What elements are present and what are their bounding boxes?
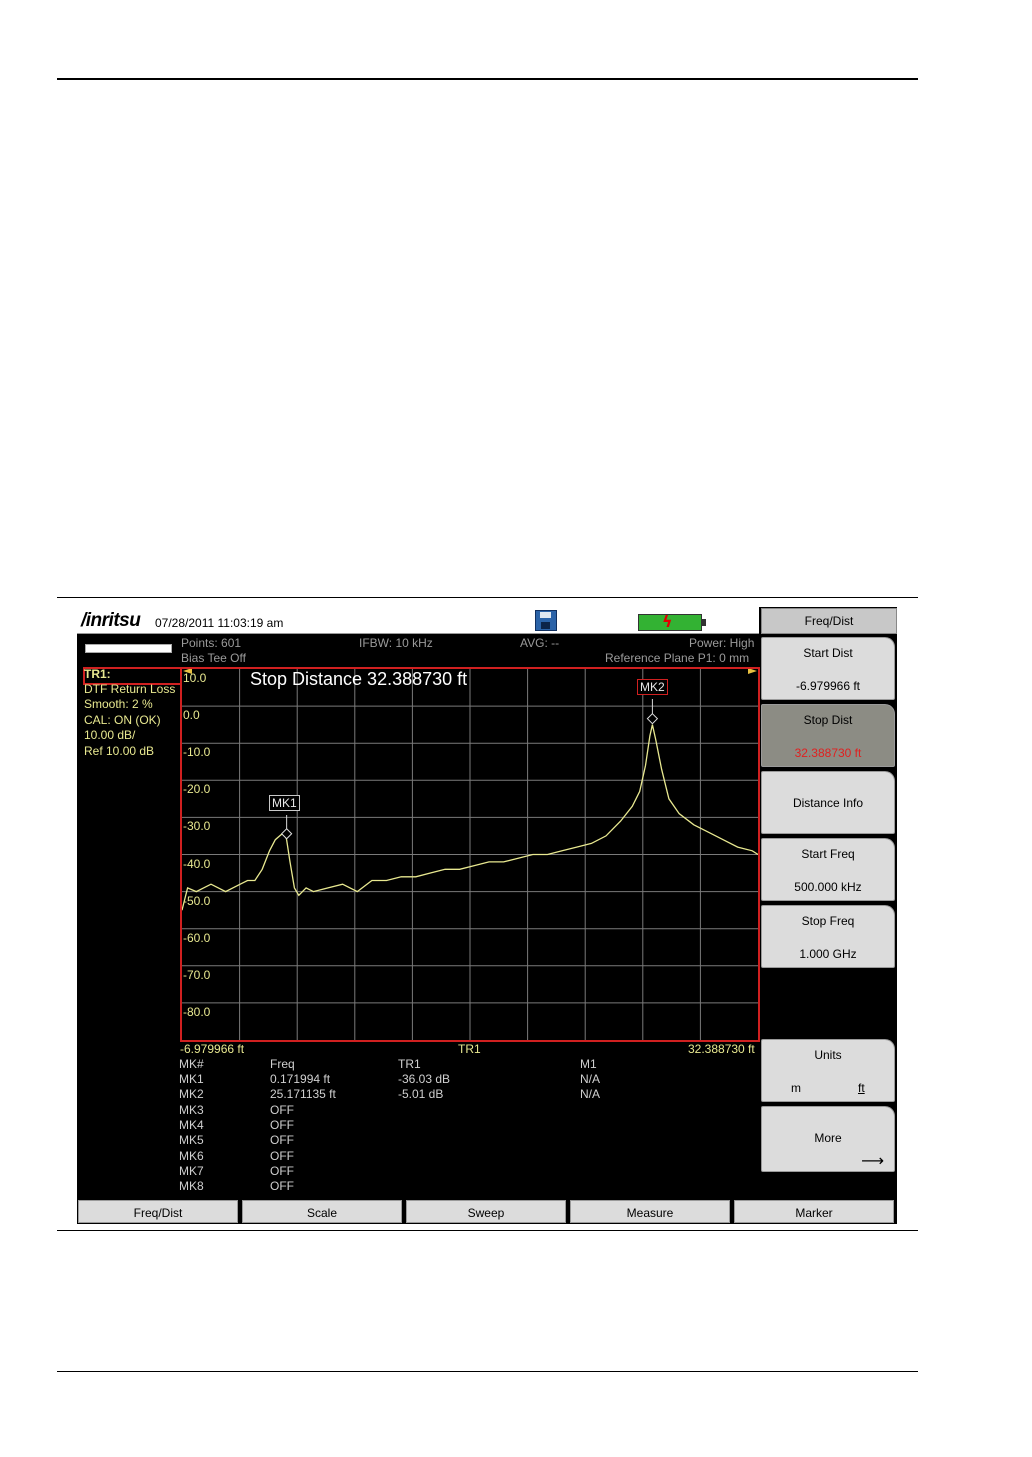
marker-row-1-mk-freq: 0.171994 ft: [270, 1072, 331, 1086]
marker-row-8-mk-freq: OFF: [270, 1179, 294, 1194]
status-indicator-bar: [85, 644, 172, 653]
battery-icon: ϟ: [638, 612, 706, 631]
y-tick-label: 10.0: [183, 671, 207, 685]
x-axis-start: -6.979966 ft: [180, 1042, 245, 1056]
menu-scale[interactable]: Scale: [242, 1200, 402, 1223]
marker-table-header-m1: M1: [580, 1057, 597, 1071]
right-arrow-icon: ⟶: [861, 1151, 884, 1170]
figure-top-rule: [57, 597, 918, 598]
softkey-panel: Freq/Dist Start Dist -6.979966 ft Stop D…: [760, 607, 897, 1224]
analyzer-screen: /inritsu 07/28/2011 11:03:19 am ϟ Points…: [77, 607, 897, 1224]
menu-freq-dist[interactable]: Freq/Dist: [78, 1200, 238, 1223]
start-dist-value: -6.979966 ft: [795, 679, 861, 693]
x-axis-stop: 32.388730 ft: [688, 1042, 755, 1056]
marker-table-header-tr1: TR1: [398, 1057, 421, 1071]
marker-1-diamond: [280, 828, 293, 840]
marker-2-label[interactable]: MK2: [637, 679, 668, 695]
marker-row-1-mk-id: MK1: [179, 1072, 204, 1086]
menu-measure[interactable]: Measure: [570, 1200, 730, 1223]
ifbw-status: IFBW: 10 kHz: [359, 636, 433, 650]
stop-distance-banner: Stop Distance 32.388730 ft: [250, 669, 468, 689]
stop-edge-arrow-icon: [748, 669, 757, 674]
marker-row-2-mk-m1: N/A: [580, 1087, 601, 1102]
menu-sweep[interactable]: Sweep: [406, 1200, 566, 1223]
marker-row-7-mk-id: MK7: [179, 1163, 204, 1178]
title-bar: /inritsu 07/28/2011 11:03:19 am ϟ: [77, 607, 759, 634]
marker-row-7-mk-freq: OFF: [270, 1163, 294, 1178]
start-freq-value: 500.000 kHz: [794, 880, 862, 894]
start-freq-label: Start Freq: [801, 847, 855, 861]
reference-level: Ref 10.00 dB: [84, 744, 155, 758]
y-tick-label: 0.0: [183, 708, 200, 723]
stop-dist-value: 32.388730 ft: [794, 746, 862, 760]
reference-plane-status: Reference Plane P1: 0 mm: [605, 651, 750, 665]
distance-info-button[interactable]: Distance Info: [761, 771, 895, 834]
marker-row-2-mk-id: MK2: [179, 1087, 204, 1102]
trace-label: TR1:: [84, 667, 111, 681]
marker-row-2-mk-tr1: -5.01 dB: [398, 1087, 444, 1102]
marker-1-label[interactable]: MK1: [269, 795, 300, 811]
units-meters-option: m: [791, 1081, 801, 1095]
y-tick-label: -40.0: [183, 856, 211, 871]
save-icon[interactable]: [535, 610, 557, 631]
figure-bottom-rule: [57, 1230, 918, 1231]
start-freq-button[interactable]: Start Freq 500.000 kHz: [761, 838, 895, 901]
stop-dist-label: Stop Dist: [803, 713, 853, 727]
units-feet-option: ft: [858, 1081, 865, 1095]
y-tick-label: -20.0: [183, 782, 211, 797]
y-tick-label: -80.0: [183, 1004, 211, 1019]
top-rule: [57, 78, 918, 80]
marker-row-5-mk-freq: OFF: [270, 1133, 294, 1148]
bottom-rule: [57, 1371, 918, 1372]
marker-row-4-mk-freq: OFF: [270, 1117, 294, 1132]
marker-row-3-mk-id: MK3: [179, 1102, 204, 1117]
marker-row-3-mk-freq: OFF: [270, 1102, 294, 1117]
more-label: More: [814, 1131, 842, 1145]
units-label: Units: [814, 1048, 842, 1062]
y-tick-label: -10.0: [183, 745, 211, 760]
cal-status: CAL: ON (OK): [84, 713, 161, 727]
marker-row-5-mk-id: MK5: [179, 1133, 204, 1148]
stop-dist-button[interactable]: Stop Dist 32.388730 ft: [761, 704, 895, 767]
avg-status: AVG: --: [520, 636, 560, 650]
start-dist-label: Start Dist: [803, 646, 853, 660]
marker-row-6-mk-freq: OFF: [270, 1148, 294, 1163]
stop-freq-button[interactable]: Stop Freq 1.000 GHz: [761, 905, 895, 968]
menu-marker[interactable]: Marker: [734, 1200, 894, 1223]
marker-2-diamond: [646, 712, 659, 725]
anritsu-logo: /inritsu: [81, 610, 141, 631]
points-status: Points: 601: [181, 636, 242, 650]
softkey-menu-title: Freq/Dist: [761, 608, 897, 634]
date-time: 07/28/2011 11:03:19 am: [155, 616, 284, 630]
marker-row-1-mk-tr1: -36.03 dB: [398, 1072, 451, 1086]
y-tick-label: -60.0: [183, 930, 211, 945]
scale-per-div: 10.00 dB/: [84, 728, 136, 742]
more-button[interactable]: More ⟶: [761, 1106, 895, 1172]
trace-mode: DTF Return Loss: [84, 682, 176, 696]
y-tick-label: -50.0: [183, 893, 211, 908]
start-dist-button[interactable]: Start Dist -6.979966 ft: [761, 637, 895, 700]
marker-row-4-mk-id: MK4: [179, 1117, 204, 1132]
charging-bolt-icon: ϟ: [662, 612, 673, 631]
marker-row-2-mk-freq: 25.171135 ft: [270, 1087, 336, 1102]
y-tick-label: -70.0: [183, 967, 211, 982]
marker-row-8-mk-id: MK8: [179, 1179, 204, 1194]
stop-freq-label: Stop Freq: [801, 914, 855, 928]
y-tick-label: -30.0: [183, 819, 211, 834]
trace-smoothing: Smooth: 2 %: [84, 697, 153, 711]
marker-table-header-mk: MK#: [179, 1057, 204, 1071]
trace-plot-area[interactable]: [180, 667, 760, 1042]
main-menu-bar: Freq/Dist Scale Sweep Measure Marker: [77, 1198, 897, 1224]
units-button[interactable]: Units m ft: [761, 1039, 895, 1102]
bias-tee-status: Bias Tee Off: [181, 651, 246, 665]
power-status: Power: High: [689, 636, 755, 650]
trace-graph: [182, 669, 758, 1040]
marker-row-1-mk-m1: N/A: [580, 1072, 601, 1086]
stop-freq-value: 1.000 GHz: [799, 947, 857, 961]
marker-table-header-freq: Freq: [270, 1057, 295, 1071]
distance-info-label: Distance Info: [792, 796, 864, 810]
x-axis-center: TR1: [458, 1042, 481, 1056]
marker-row-6-mk-id: MK6: [179, 1148, 204, 1163]
